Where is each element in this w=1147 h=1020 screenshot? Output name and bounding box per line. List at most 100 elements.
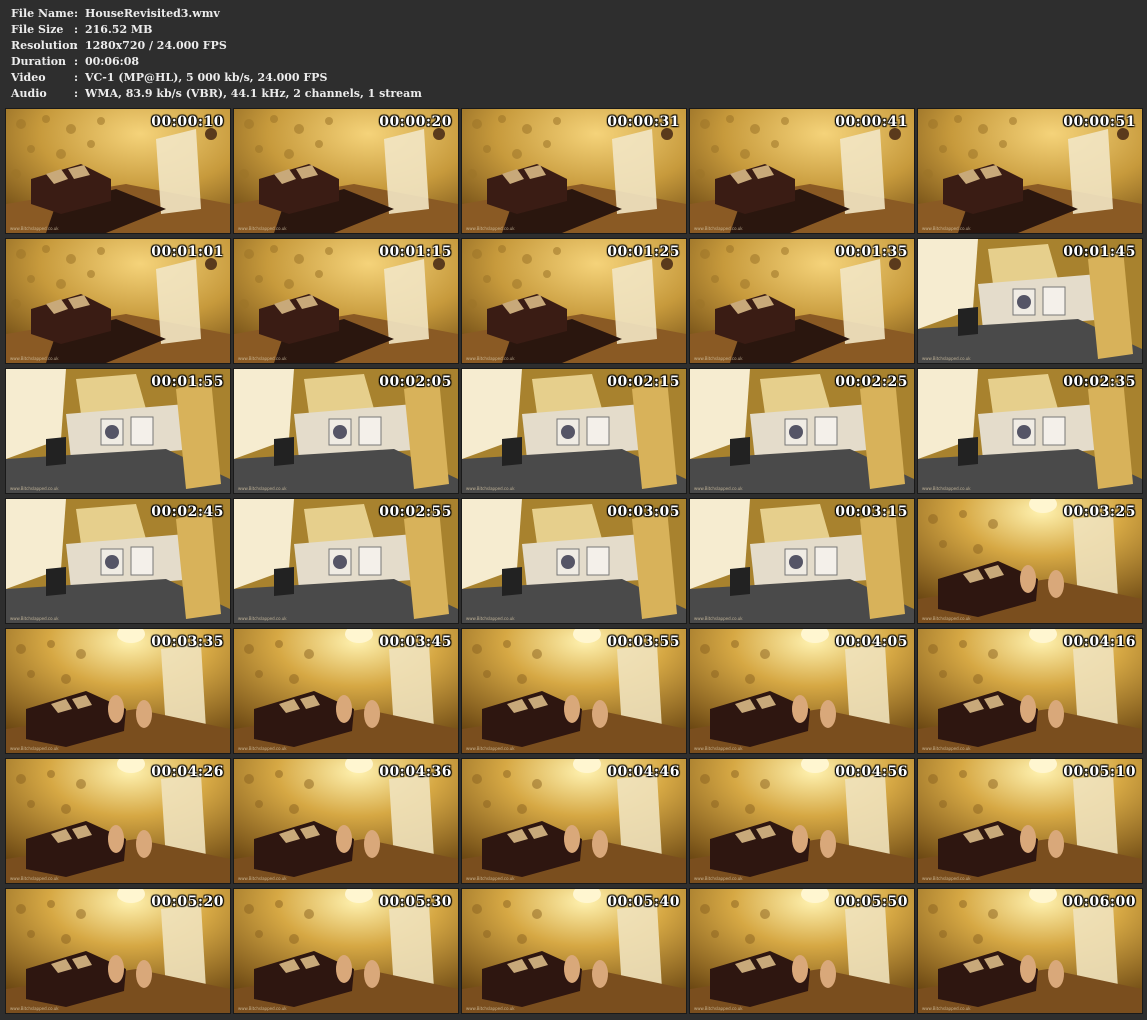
watermark: www.Bitchslapped.co.uk — [238, 616, 287, 621]
thumbnail-timestamp: 00:03:45 — [379, 634, 452, 650]
thumbnail-timestamp: 00:01:15 — [379, 244, 452, 260]
watermark: www.Bitchslapped.co.uk — [694, 876, 743, 881]
video-thumbnail: www.Bitchslapped.co.uk 00:00:20 — [233, 108, 459, 234]
watermark: www.Bitchslapped.co.uk — [466, 356, 515, 361]
video-thumbnail: www.Bitchslapped.co.uk 00:01:25 — [461, 238, 687, 364]
thumbnail-timestamp: 00:04:46 — [607, 764, 680, 780]
video-thumbnail: www.Bitchslapped.co.uk 00:04:56 — [689, 758, 915, 884]
info-separator: : — [74, 55, 79, 68]
watermark: www.Bitchslapped.co.uk — [694, 226, 743, 231]
thumbnail-timestamp: 00:03:35 — [151, 634, 224, 650]
thumbnail-timestamp: 00:03:55 — [607, 634, 680, 650]
video-thumbnail: www.Bitchslapped.co.uk 00:02:05 — [233, 368, 459, 494]
watermark: www.Bitchslapped.co.uk — [922, 356, 971, 361]
thumbnail-timestamp: 00:00:51 — [1063, 114, 1136, 130]
watermark: www.Bitchslapped.co.uk — [10, 876, 59, 881]
watermark: www.Bitchslapped.co.uk — [922, 226, 971, 231]
thumbnail-timestamp: 00:01:55 — [151, 374, 224, 390]
thumbnail-timestamp: 00:06:00 — [1063, 894, 1136, 910]
info-value: 1280x720 / 24.000 FPS — [85, 39, 227, 52]
info-separator: : — [74, 7, 79, 20]
watermark: www.Bitchslapped.co.uk — [10, 1006, 59, 1011]
watermark: www.Bitchslapped.co.uk — [238, 356, 287, 361]
watermark: www.Bitchslapped.co.uk — [466, 486, 515, 491]
thumbnail-timestamp: 00:02:15 — [607, 374, 680, 390]
info-row: Resolution:1280x720 / 24.000 FPS — [11, 38, 422, 54]
watermark: www.Bitchslapped.co.uk — [466, 1006, 515, 1011]
video-thumbnail: www.Bitchslapped.co.uk 00:01:01 — [5, 238, 231, 364]
info-label: Duration — [11, 55, 67, 68]
thumbnail-timestamp: 00:02:45 — [151, 504, 224, 520]
thumbnail-timestamp: 00:02:35 — [1063, 374, 1136, 390]
video-thumbnail: www.Bitchslapped.co.uk 00:03:15 — [689, 498, 915, 624]
video-thumbnail: www.Bitchslapped.co.uk 00:03:25 — [917, 498, 1143, 624]
info-separator: : — [74, 87, 79, 100]
info-row: Duration:00:06:08 — [11, 54, 422, 70]
video-thumbnail: www.Bitchslapped.co.uk 00:03:35 — [5, 628, 231, 754]
video-thumbnail: www.Bitchslapped.co.uk 00:03:55 — [461, 628, 687, 754]
thumbnail-timestamp: 00:01:45 — [1063, 244, 1136, 260]
video-thumbnail: www.Bitchslapped.co.uk 00:02:15 — [461, 368, 687, 494]
video-thumbnail: www.Bitchslapped.co.uk 00:00:31 — [461, 108, 687, 234]
thumbnail-grid: www.Bitchslapped.co.uk 00:00:10 www.Bitch… — [5, 108, 1143, 1014]
video-thumbnail: www.Bitchslapped.co.uk 00:05:50 — [689, 888, 915, 1014]
thumbnail-timestamp: 00:02:55 — [379, 504, 452, 520]
info-separator: : — [74, 71, 79, 84]
watermark: www.Bitchslapped.co.uk — [694, 616, 743, 621]
video-thumbnail: www.Bitchslapped.co.uk 00:04:36 — [233, 758, 459, 884]
video-thumbnail: www.Bitchslapped.co.uk 00:04:26 — [5, 758, 231, 884]
file-info-panel: File Name: HouseRevisited3.wmv File Size:2… — [11, 6, 422, 102]
thumbnail-timestamp: 00:00:10 — [151, 114, 224, 130]
watermark: www.Bitchslapped.co.uk — [238, 226, 287, 231]
watermark: www.Bitchslapped.co.uk — [10, 356, 59, 361]
watermark: www.Bitchslapped.co.uk — [10, 226, 59, 231]
watermark: www.Bitchslapped.co.uk — [694, 1006, 743, 1011]
video-thumbnail: www.Bitchslapped.co.uk 00:04:46 — [461, 758, 687, 884]
watermark: www.Bitchslapped.co.uk — [922, 876, 971, 881]
watermark: www.Bitchslapped.co.uk — [694, 746, 743, 751]
info-value: WMA, 83.9 kb/s (VBR), 44.1 kHz, 2 channe… — [85, 87, 422, 100]
watermark: www.Bitchslapped.co.uk — [922, 486, 971, 491]
thumbnail-timestamp: 00:02:25 — [835, 374, 908, 390]
video-thumbnail: www.Bitchslapped.co.uk 00:04:05 — [689, 628, 915, 754]
thumbnail-timestamp: 00:03:05 — [607, 504, 680, 520]
video-thumbnail: www.Bitchslapped.co.uk 00:01:45 — [917, 238, 1143, 364]
thumbnail-timestamp: 00:01:01 — [151, 244, 224, 260]
info-label: Video — [11, 71, 46, 84]
watermark: www.Bitchslapped.co.uk — [922, 1006, 971, 1011]
watermark: www.Bitchslapped.co.uk — [238, 486, 287, 491]
video-thumbnail: www.Bitchslapped.co.uk 00:05:20 — [5, 888, 231, 1014]
info-row: File Size:216.52 MB — [11, 22, 422, 38]
video-thumbnail: www.Bitchslapped.co.uk 00:00:10 — [5, 108, 231, 234]
info-separator: : — [74, 23, 79, 36]
thumbnail-timestamp: 00:05:40 — [607, 894, 680, 910]
watermark: www.Bitchslapped.co.uk — [922, 746, 971, 751]
watermark: www.Bitchslapped.co.uk — [694, 486, 743, 491]
thumbnail-timestamp: 00:00:31 — [607, 114, 680, 130]
video-thumbnail: www.Bitchslapped.co.uk 00:01:15 — [233, 238, 459, 364]
video-thumbnail: www.Bitchslapped.co.uk 00:00:51 — [917, 108, 1143, 234]
info-row: File Name: HouseRevisited3.wmv — [11, 6, 422, 22]
info-value: VC-1 (MP@HL), 5 000 kb/s, 24.000 FPS — [85, 71, 328, 84]
thumbnail-timestamp: 00:05:20 — [151, 894, 224, 910]
thumbnail-timestamp: 00:03:15 — [835, 504, 908, 520]
info-label: Resolution — [11, 39, 78, 52]
watermark: www.Bitchslapped.co.uk — [238, 1006, 287, 1011]
info-separator: : — [74, 39, 79, 52]
watermark: www.Bitchslapped.co.uk — [10, 746, 59, 751]
info-label: File Size — [11, 23, 64, 36]
watermark: www.Bitchslapped.co.uk — [922, 616, 971, 621]
video-thumbnail: www.Bitchslapped.co.uk 00:05:40 — [461, 888, 687, 1014]
watermark: www.Bitchslapped.co.uk — [466, 616, 515, 621]
video-thumbnail: www.Bitchslapped.co.uk 00:03:45 — [233, 628, 459, 754]
thumbnail-timestamp: 00:01:35 — [835, 244, 908, 260]
video-thumbnail: www.Bitchslapped.co.uk 00:00:41 — [689, 108, 915, 234]
video-thumbnail: www.Bitchslapped.co.uk 00:02:55 — [233, 498, 459, 624]
thumbnail-timestamp: 00:01:25 — [607, 244, 680, 260]
thumbnail-timestamp: 00:04:56 — [835, 764, 908, 780]
thumbnail-timestamp: 00:05:50 — [835, 894, 908, 910]
info-value: 216.52 MB — [85, 23, 153, 36]
video-thumbnail: www.Bitchslapped.co.uk 00:03:05 — [461, 498, 687, 624]
watermark: www.Bitchslapped.co.uk — [466, 746, 515, 751]
video-thumbnail: www.Bitchslapped.co.uk 00:04:16 — [917, 628, 1143, 754]
